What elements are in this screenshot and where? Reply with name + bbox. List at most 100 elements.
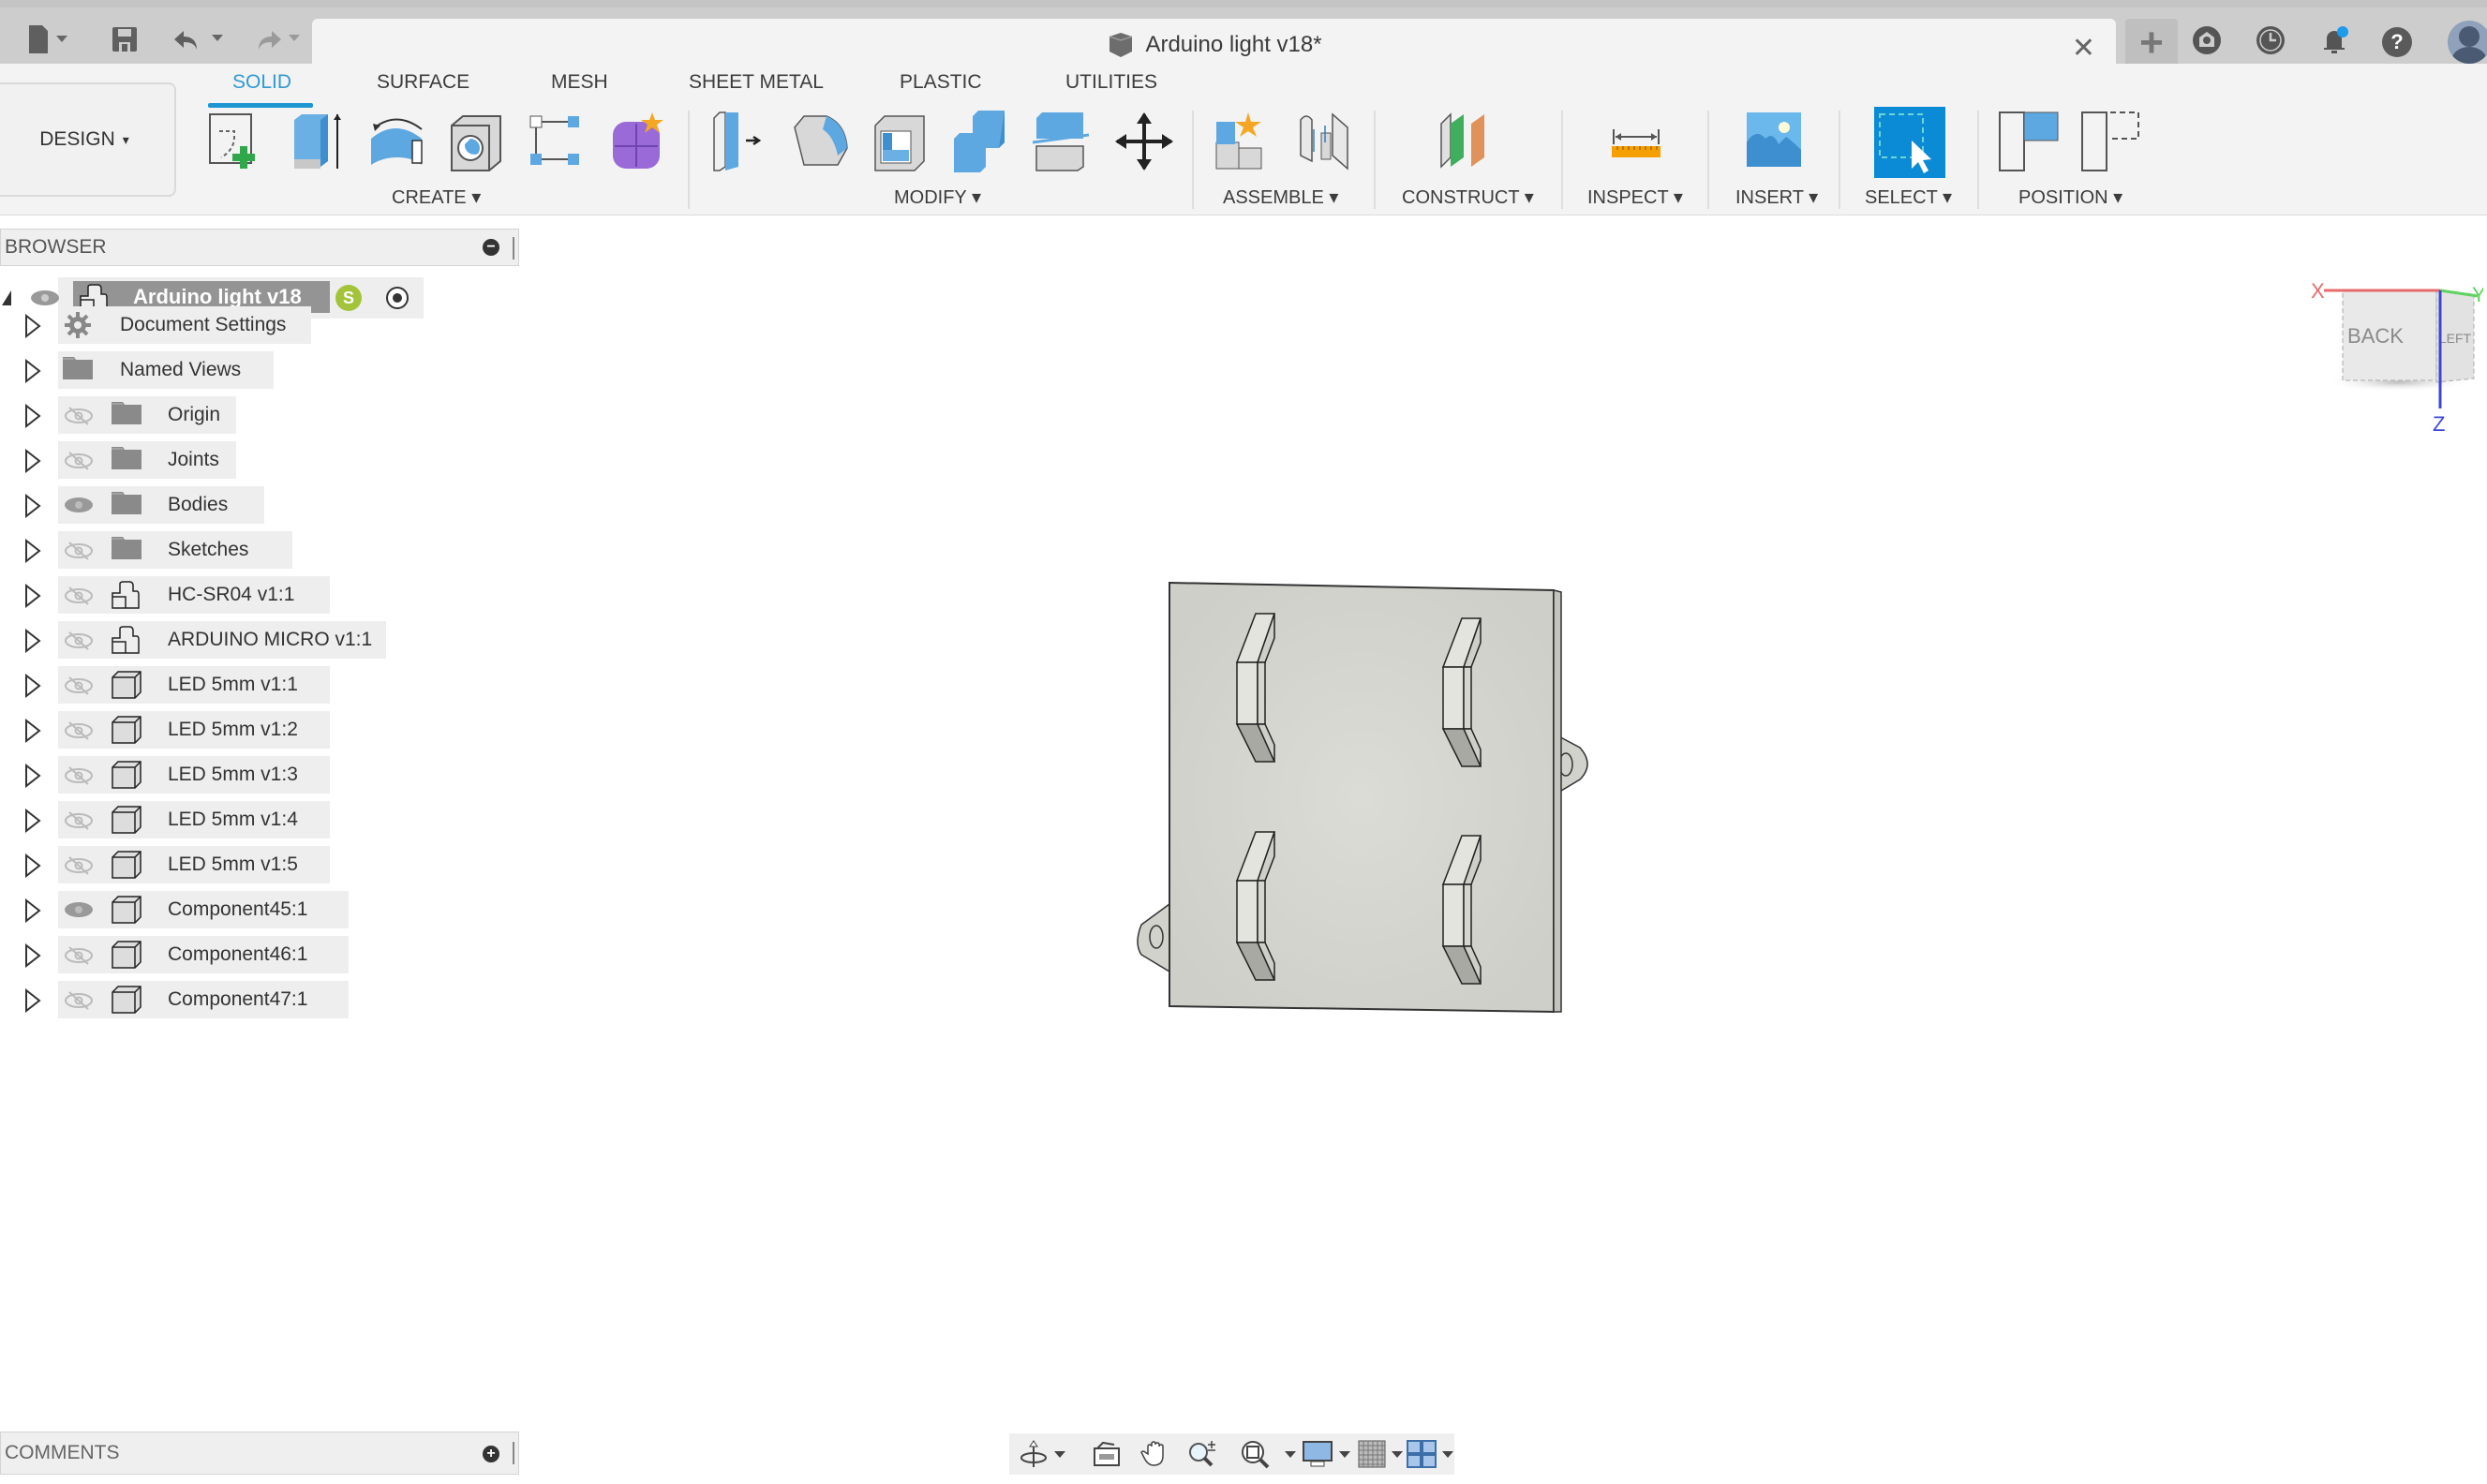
visibility-hidden-icon[interactable]: [64, 855, 93, 875]
expand-arrow-icon[interactable]: [24, 987, 41, 1014]
tree-item-label[interactable]: LED 5mm v1:4: [168, 809, 298, 831]
combine-button[interactable]: [950, 111, 1008, 172]
collapse-arrow-icon[interactable]: [0, 289, 13, 307]
viewports-button[interactable]: [1407, 1439, 1453, 1469]
extensions-button[interactable]: [2191, 24, 2223, 61]
visibility-visible-icon[interactable]: [64, 496, 93, 514]
expand-arrow-icon[interactable]: [24, 493, 41, 519]
insert-group-label[interactable]: INSERT ▾: [1735, 186, 1818, 209]
assemble-group-label[interactable]: ASSEMBLE ▾: [1223, 186, 1338, 209]
visibility-hidden-icon[interactable]: [64, 990, 93, 1010]
display-settings-button[interactable]: [1302, 1439, 1350, 1469]
split-body-button[interactable]: [1031, 111, 1090, 172]
visibility-hidden-icon[interactable]: [64, 406, 93, 425]
tab-sheet-metal[interactable]: SHEET METAL: [689, 71, 824, 94]
expand-arrow-icon[interactable]: [24, 313, 41, 339]
visibility-hidden-icon[interactable]: [64, 945, 93, 965]
select-group-label[interactable]: SELECT ▾: [1865, 186, 1952, 209]
expand-arrow-icon[interactable]: [24, 763, 41, 789]
hole-button[interactable]: [446, 111, 504, 172]
expand-arrow-icon[interactable]: [24, 898, 41, 924]
revolve-button[interactable]: [365, 111, 424, 172]
expand-arrow-icon[interactable]: [24, 853, 41, 879]
tree-row[interactable]: Component47:1: [0, 981, 394, 1018]
select-button[interactable]: [1874, 107, 1945, 178]
look-at-button[interactable]: [1092, 1439, 1122, 1469]
undo-button[interactable]: [171, 15, 229, 64]
tree-row[interactable]: Document Settings: [0, 306, 394, 344]
tree-item-label[interactable]: Sketches: [168, 539, 248, 561]
position-group-label[interactable]: POSITION ▾: [2018, 186, 2122, 209]
tree-row[interactable]: Named Views: [0, 351, 394, 389]
pan-button[interactable]: [1140, 1439, 1170, 1469]
extrude-button[interactable]: [287, 111, 345, 172]
expand-arrow-icon[interactable]: [24, 808, 41, 834]
add-comment-icon[interactable]: +: [483, 1446, 499, 1462]
model-viewport-body[interactable]: [1124, 562, 1874, 1031]
tree-row[interactable]: LED 5mm v1:3: [0, 756, 394, 794]
tree-item-label[interactable]: Joints: [168, 449, 219, 471]
new-tab-button[interactable]: +: [2125, 19, 2178, 67]
expand-arrow-icon[interactable]: [24, 673, 41, 699]
create-sketch-button[interactable]: [206, 111, 264, 172]
tree-item-label[interactable]: LED 5mm v1:2: [168, 719, 298, 741]
tree-row[interactable]: LED 5mm v1:4: [0, 801, 394, 838]
panel-resize-handle[interactable]: [513, 1442, 514, 1464]
tree-row[interactable]: ARDUINO MICRO v1:1: [0, 621, 394, 659]
expand-arrow-icon[interactable]: [24, 718, 41, 744]
tree-row[interactable]: Sketches: [0, 531, 394, 569]
pattern-button[interactable]: [527, 111, 585, 172]
new-component-button[interactable]: [1213, 111, 1271, 172]
press-pull-button[interactable]: [708, 111, 767, 172]
zoom-button[interactable]: [1187, 1439, 1221, 1469]
tree-item-label[interactable]: LED 5mm v1:1: [168, 674, 298, 696]
offset-plane-button[interactable]: [1437, 111, 1496, 172]
expand-arrow-icon[interactable]: [24, 538, 41, 564]
tree-row[interactable]: LED 5mm v1:2: [0, 711, 394, 749]
visibility-hidden-icon[interactable]: [64, 631, 93, 650]
visibility-visible-icon[interactable]: [30, 289, 60, 307]
tree-row[interactable]: LED 5mm v1:5: [0, 846, 394, 883]
expand-arrow-icon[interactable]: [24, 403, 41, 429]
tree-row[interactable]: Component46:1: [0, 936, 394, 973]
notifications-button[interactable]: [2318, 24, 2350, 61]
tree-item-label[interactable]: LED 5mm v1:3: [168, 764, 298, 786]
tree-item-label[interactable]: Document Settings: [120, 314, 286, 336]
visibility-hidden-icon[interactable]: [64, 675, 93, 695]
visibility-hidden-icon[interactable]: [64, 810, 93, 830]
expand-arrow-icon[interactable]: [24, 358, 41, 384]
create-group-label[interactable]: CREATE ▾: [392, 186, 481, 209]
tab-solid[interactable]: SOLID: [232, 71, 291, 94]
tree-item-label[interactable]: Component47:1: [168, 988, 307, 1011]
tree-item-label[interactable]: Component46:1: [168, 943, 307, 966]
expand-arrow-icon[interactable]: [24, 628, 41, 654]
workspace-switcher[interactable]: DESIGN ▾: [0, 82, 176, 197]
shell-button[interactable]: [870, 111, 928, 172]
file-menu-button[interactable]: [26, 15, 73, 64]
tree-item-label[interactable]: Named Views: [120, 359, 241, 381]
tree-row[interactable]: LED 5mm v1:1: [0, 666, 394, 704]
profile-avatar[interactable]: [2448, 21, 2487, 64]
tree-row[interactable]: Origin: [0, 396, 394, 434]
collapse-browser-icon[interactable]: −: [483, 239, 499, 256]
panel-resize-handle[interactable]: [513, 237, 514, 260]
close-tab-icon[interactable]: ✕: [2072, 32, 2095, 65]
joint-button[interactable]: [1295, 111, 1353, 172]
tree-row[interactable]: HC-SR04 v1:1: [0, 576, 394, 614]
redo-button[interactable]: [247, 15, 305, 64]
inspect-group-label[interactable]: INSPECT ▾: [1587, 186, 1683, 209]
capture-position-button[interactable]: [1998, 111, 2059, 172]
tree-item-label[interactable]: HC-SR04 v1:1: [168, 584, 294, 606]
tree-row[interactable]: Bodies: [0, 486, 394, 524]
expand-arrow-icon[interactable]: [24, 448, 41, 474]
tab-mesh[interactable]: MESH: [551, 71, 608, 94]
visibility-hidden-icon[interactable]: [64, 720, 93, 740]
tab-plastic[interactable]: PLASTIC: [900, 71, 982, 94]
tree-item-label[interactable]: Origin: [168, 404, 220, 426]
grid-snaps-button[interactable]: [1358, 1439, 1403, 1469]
job-status-button[interactable]: [2255, 24, 2286, 61]
tree-row[interactable]: Joints: [0, 441, 394, 479]
expand-arrow-icon[interactable]: [24, 583, 41, 609]
create-form-button[interactable]: [609, 111, 667, 172]
visibility-hidden-icon[interactable]: [64, 541, 93, 560]
